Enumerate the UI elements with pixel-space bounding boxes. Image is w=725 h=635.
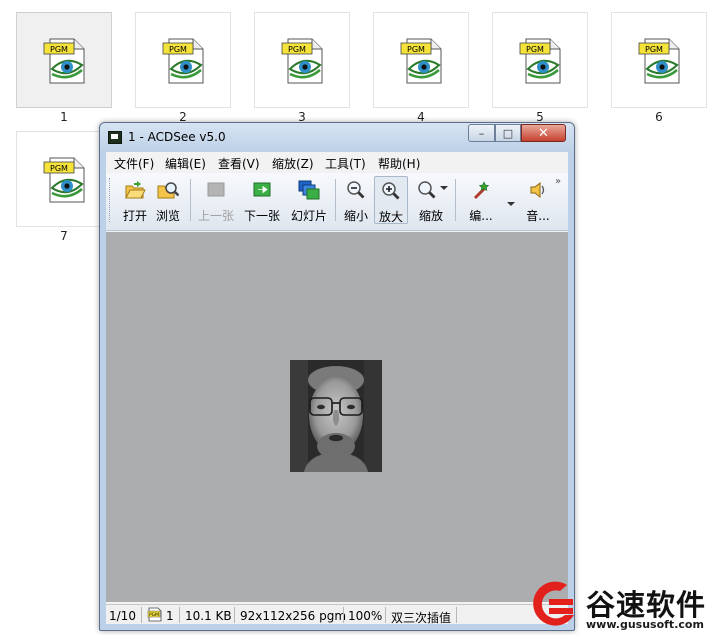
menu-view[interactable]: 查看(V) [218, 155, 260, 172]
pgm-badge-text: PGM [50, 164, 68, 173]
slideshow-button[interactable]: 幻灯片 [291, 176, 327, 224]
status-zoom: 100% [348, 609, 383, 623]
pgm-eye-document-icon: PGM [162, 38, 204, 84]
zoom-button[interactable]: 缩放 [411, 176, 451, 224]
status-index: 1 [166, 609, 174, 623]
menu-bar: 文件(F) 编辑(E) 查看(V) 缩放(Z) 工具(T) 帮助(H) [106, 152, 568, 172]
status-file-size: 10.1 KB [185, 609, 232, 623]
previous-icon [207, 182, 225, 197]
audio-label: 音... [526, 209, 550, 223]
pgm-badge-text: PGM [169, 45, 187, 54]
file-item[interactable]: PGM 6 [611, 12, 707, 124]
pgm-eye-document-icon: PGM [638, 38, 680, 84]
file-thumbnail[interactable]: PGM [492, 12, 588, 108]
menu-zoom[interactable]: 缩放(Z) [272, 155, 314, 172]
next-label: 下一张 [243, 209, 280, 223]
open-folder-icon [125, 181, 146, 199]
zoom-label: 缩放 [418, 209, 443, 223]
status-position: 1/10 [109, 609, 136, 623]
previous-label: 上一张 [197, 209, 234, 223]
zoom-out-icon [347, 181, 365, 199]
file-item[interactable]: PGM 7 [16, 131, 112, 243]
menu-tools[interactable]: 工具(T) [325, 155, 366, 172]
file-item[interactable]: PGM 3 [254, 12, 350, 124]
file-item[interactable]: PGM 1 [16, 12, 112, 124]
pgm-eye-document-icon: PGM [43, 38, 85, 84]
status-interpolation: 双三次插值 [391, 611, 452, 625]
file-thumbnail[interactable]: PGM [135, 12, 231, 108]
pgm-eye-document-icon: PGM [400, 38, 442, 84]
acdsee-window: 1 - ACDSee v5.0 – □ ✕ 文件(F) 编辑(E) 查看(V) … [99, 122, 575, 631]
window-title: 1 - ACDSee v5.0 [128, 130, 226, 144]
acdsee-app-icon[interactable] [108, 131, 122, 144]
pgm-badge-text: PGM [50, 45, 68, 54]
pgm-badge-text: PGM [645, 45, 663, 54]
pgm-badge-text: PGM [288, 45, 306, 54]
minimize-button[interactable]: – [468, 124, 495, 142]
zoom-icon [418, 181, 436, 199]
menu-edit[interactable]: 编辑(E) [165, 155, 206, 172]
file-item[interactable]: PGM 4 [373, 12, 469, 124]
speaker-icon [530, 181, 545, 199]
menu-help[interactable]: 帮助(H) [378, 155, 420, 172]
browse-icon [157, 182, 179, 199]
status-separator [385, 607, 386, 623]
file-label: 1 [60, 110, 68, 124]
file-label: 6 [655, 110, 663, 124]
file-thumbnail[interactable]: PGM [254, 12, 350, 108]
browse-button[interactable]: 浏览 [151, 176, 185, 224]
file-item[interactable]: PGM 2 [135, 12, 231, 124]
status-dimensions: 92x112x256 pgm [240, 609, 347, 623]
status-bar: 1/10 PGM 1 10.1 KB 92x112x256 pgm 100% 双… [106, 604, 568, 625]
image-viewer[interactable] [106, 232, 568, 602]
close-button[interactable]: ✕ [521, 124, 566, 142]
file-thumbnail[interactable]: PGM [611, 12, 707, 108]
browse-label: 浏览 [155, 209, 180, 223]
audio-button[interactable]: 音... [521, 176, 555, 224]
status-separator [141, 607, 142, 623]
maximize-icon: □ [502, 126, 514, 140]
status-separator [343, 607, 344, 623]
desktop: PGM 1 PGM 2 PGM 3 PGM 4 PGM 5 PGM 6 PGM 7 1 - ACDSee … [0, 0, 725, 635]
pgm-eye-document-icon: PGM [281, 38, 323, 84]
menu-file[interactable]: 文件(F) [114, 155, 154, 172]
file-item[interactable]: PGM 5 [492, 12, 588, 124]
watermark-url: www.gususoft.com [586, 618, 704, 631]
pgm-format-label: PGM [149, 612, 159, 618]
next-icon [253, 182, 271, 197]
pgm-eye-document-icon: PGM [43, 157, 85, 203]
slideshow-label: 幻灯片 [290, 209, 327, 223]
pgm-badge-text: PGM [407, 45, 425, 54]
file-label: 7 [60, 229, 68, 243]
file-thumbnail[interactable]: PGM [16, 12, 112, 108]
file-thumbnail[interactable]: PGM [373, 12, 469, 108]
pgm-eye-document-icon: PGM [519, 38, 561, 84]
status-separator [234, 607, 235, 623]
edit-dropdown-arrow-icon[interactable] [507, 202, 515, 206]
close-icon: ✕ [538, 125, 549, 141]
gusu-logo-icon [533, 581, 574, 626]
minimize-icon: – [478, 126, 485, 140]
edit-label: 编... [469, 209, 493, 223]
slideshow-icon [298, 180, 320, 200]
toolbar-overflow-chevron-icon[interactable]: » [555, 176, 561, 187]
next-button[interactable]: 下一张 [244, 176, 280, 224]
status-separator [456, 607, 457, 623]
pgm-badge-text: PGM [526, 45, 544, 54]
toolbar: 打开 浏览 上一张 下一张 幻灯片 缩小 放大 缩放 编... 音... » [106, 173, 568, 231]
face-photo [290, 360, 382, 472]
title-bar[interactable]: 1 - ACDSee v5.0 – □ ✕ [100, 123, 574, 151]
window-client: 文件(F) 编辑(E) 查看(V) 缩放(Z) 工具(T) 帮助(H) 打开 浏… [106, 152, 568, 625]
maximize-button[interactable]: □ [495, 124, 521, 142]
status-separator [179, 607, 180, 623]
pgm-format-icon: PGM [147, 607, 162, 622]
edit-wand-icon [473, 181, 490, 200]
previous-button[interactable]: 上一张 [198, 176, 234, 224]
zoom-in-icon [382, 182, 400, 200]
zoom-dropdown-arrow-icon[interactable] [440, 186, 448, 190]
edit-button[interactable]: 编... [464, 176, 498, 224]
file-thumbnail[interactable]: PGM [16, 131, 112, 227]
